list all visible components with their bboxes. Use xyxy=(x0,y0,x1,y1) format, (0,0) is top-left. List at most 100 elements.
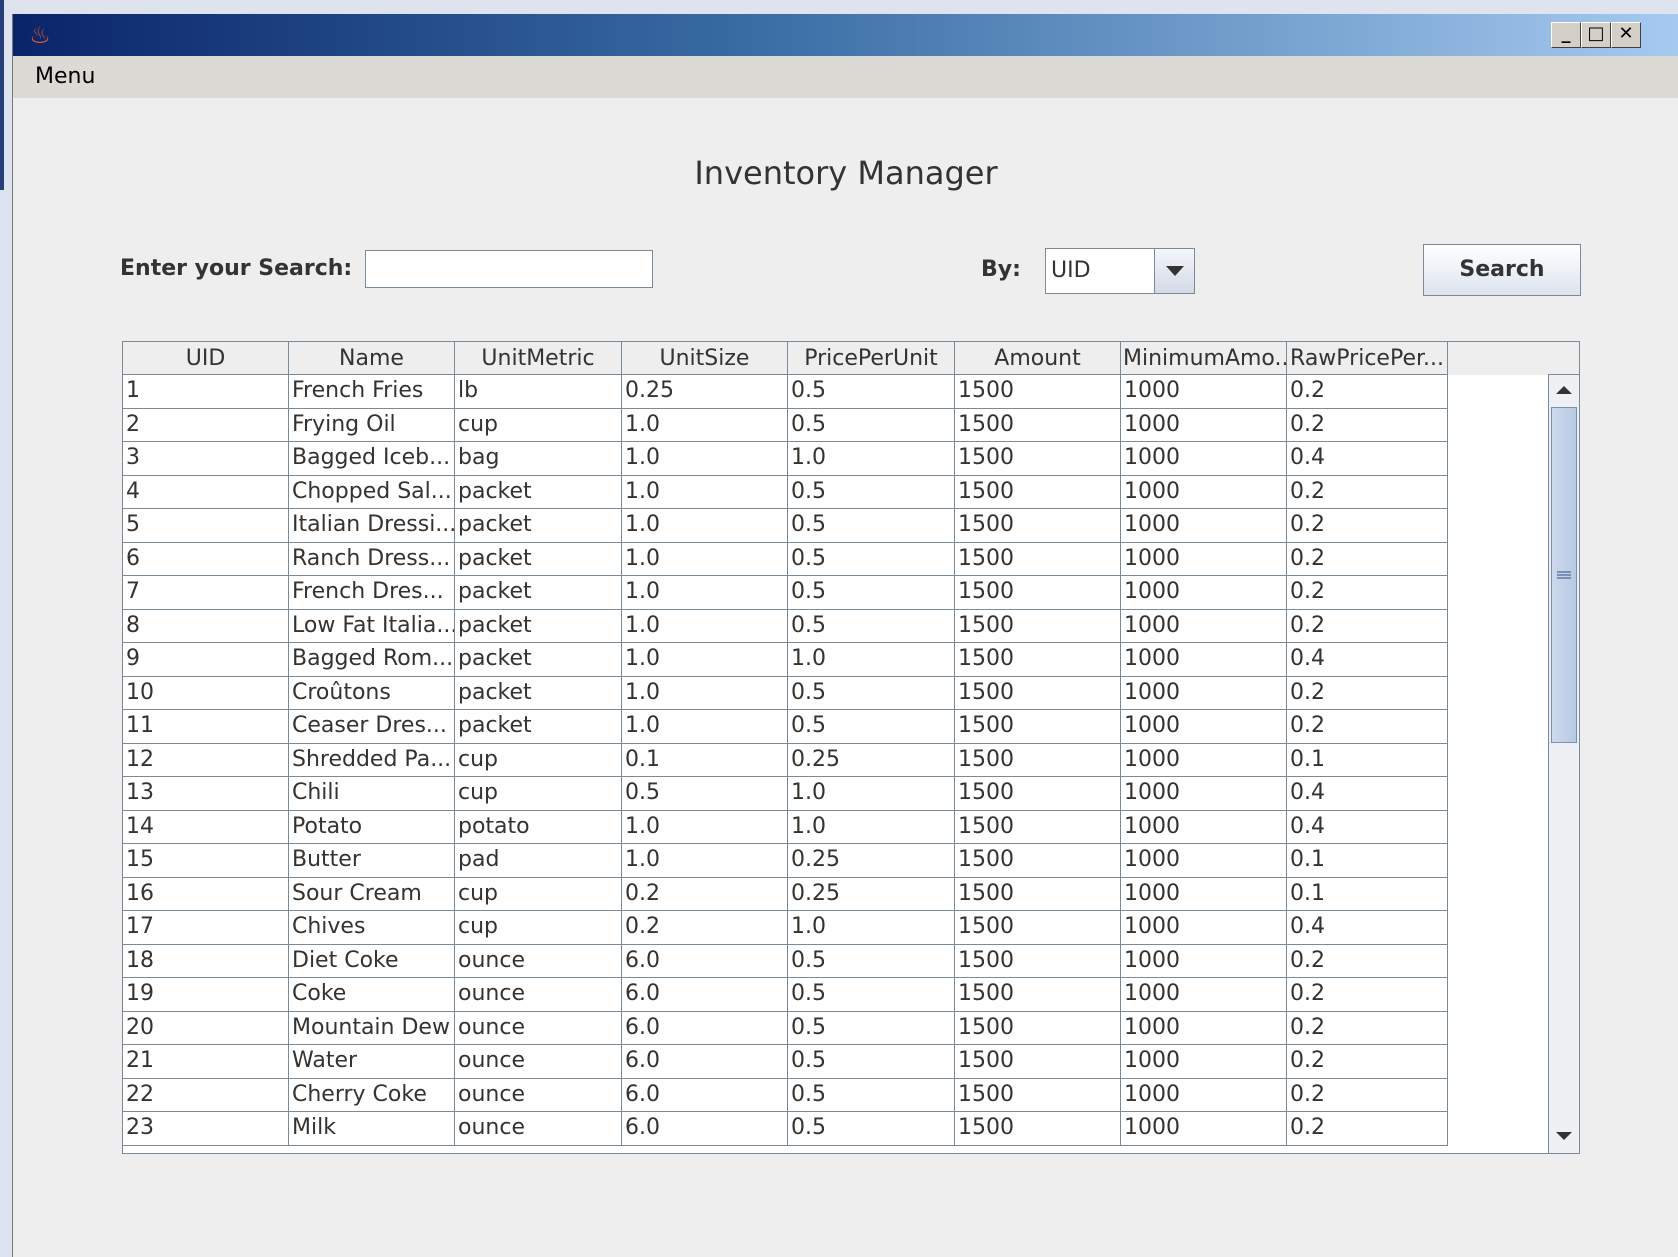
table-cell[interactable]: 1000 xyxy=(1121,576,1287,610)
table-cell[interactable]: cup xyxy=(455,777,622,811)
table-cell[interactable]: 0.2 xyxy=(1287,944,1448,978)
table-cell[interactable]: 7 xyxy=(123,576,289,610)
table-cell[interactable]: 0.2 xyxy=(622,911,788,945)
table-cell[interactable]: 0.1 xyxy=(1287,844,1448,878)
table-row[interactable]: 21 Water ounce 6.0 0.5 1500 1000 0.2 xyxy=(123,1045,1548,1079)
table-cell[interactable]: 1000 xyxy=(1121,978,1287,1012)
table-cell[interactable]: Mountain Dew xyxy=(289,1011,455,1045)
table-cell[interactable]: 1000 xyxy=(1121,643,1287,677)
table-cell[interactable]: 0.5 xyxy=(788,710,955,744)
table-cell[interactable]: ounce xyxy=(455,1078,622,1112)
table-cell[interactable]: 1500 xyxy=(955,710,1121,744)
table-cell[interactable]: 0.2 xyxy=(1287,375,1448,409)
table-cell[interactable]: 1000 xyxy=(1121,944,1287,978)
table-row[interactable]: 5 Italian Dressi... packet 1.0 0.5 1500 1000 0.… xyxy=(123,509,1548,543)
table-cell[interactable]: Bagged Rom... xyxy=(289,643,455,677)
table-cell[interactable]: 1000 xyxy=(1121,810,1287,844)
table-cell[interactable]: 0.5 xyxy=(788,475,955,509)
table-cell[interactable]: packet xyxy=(455,509,622,543)
table-cell[interactable]: Frying Oil xyxy=(289,408,455,442)
table-cell[interactable]: 16 xyxy=(123,877,289,911)
table-row[interactable]: 7 French Dres... packet 1.0 0.5 1500 1000 0.2 xyxy=(123,576,1548,610)
table-cell[interactable]: 0.2 xyxy=(1287,1045,1448,1079)
table-cell[interactable]: 6.0 xyxy=(622,1011,788,1045)
table-cell[interactable]: Bagged Iceb... xyxy=(289,442,455,476)
table-cell[interactable]: 1000 xyxy=(1121,609,1287,643)
table-cell[interactable]: 1500 xyxy=(955,944,1121,978)
table-cell[interactable]: 0.4 xyxy=(1287,442,1448,476)
table-row[interactable]: 3 Bagged Iceb... bag 1.0 1.0 1500 1000 0.4 xyxy=(123,442,1548,476)
table-row[interactable]: 13 Chili cup 0.5 1.0 1500 1000 0.4 xyxy=(123,777,1548,811)
table-cell[interactable]: 1.0 xyxy=(788,777,955,811)
table-cell[interactable]: 0.1 xyxy=(1287,743,1448,777)
table-row[interactable]: 18 Diet Coke ounce 6.0 0.5 1500 1000 0.2 xyxy=(123,944,1548,978)
table-cell[interactable]: 1500 xyxy=(955,1112,1121,1146)
java-coffee-icon[interactable]: ♨ xyxy=(25,20,55,50)
table-cell[interactable]: 1500 xyxy=(955,408,1121,442)
table-cell[interactable]: 1.0 xyxy=(622,475,788,509)
column-header[interactable]: RawPricePer... xyxy=(1287,342,1448,375)
table-cell[interactable]: 1.0 xyxy=(622,408,788,442)
table-cell[interactable]: 1000 xyxy=(1121,1078,1287,1112)
table-cell[interactable]: 2 xyxy=(123,408,289,442)
table-cell[interactable]: Croûtons xyxy=(289,676,455,710)
table-cell[interactable]: 15 xyxy=(123,844,289,878)
table-cell[interactable]: 1000 xyxy=(1121,1045,1287,1079)
table-cell[interactable]: 0.1 xyxy=(1287,877,1448,911)
table-cell[interactable]: 1.0 xyxy=(622,643,788,677)
table-row[interactable]: 9 Bagged Rom... packet 1.0 1.0 1500 1000 0.4 xyxy=(123,643,1548,677)
table-row[interactable]: 20 Mountain Dew ounce 6.0 0.5 1500 1000 0.2 xyxy=(123,1011,1548,1045)
table-cell[interactable]: 1000 xyxy=(1121,442,1287,476)
table-cell[interactable]: Potato xyxy=(289,810,455,844)
table-cell[interactable]: Chives xyxy=(289,911,455,945)
search-by-dropdown[interactable]: UID xyxy=(1045,248,1195,294)
table-cell[interactable]: 1500 xyxy=(955,576,1121,610)
table-cell[interactable]: 0.5 xyxy=(788,542,955,576)
table-cell[interactable]: 0.5 xyxy=(622,777,788,811)
table-cell[interactable]: 1500 xyxy=(955,643,1121,677)
table-cell[interactable]: 0.2 xyxy=(1287,542,1448,576)
scroll-down-button[interactable] xyxy=(1549,1121,1579,1151)
table-cell[interactable]: 1500 xyxy=(955,743,1121,777)
table-cell[interactable]: 1.0 xyxy=(622,576,788,610)
table-row[interactable]: 16 Sour Cream cup 0.2 0.25 1500 1000 0.1 xyxy=(123,877,1548,911)
table-cell[interactable]: 3 xyxy=(123,442,289,476)
table-cell[interactable]: 1.0 xyxy=(788,643,955,677)
table-cell[interactable]: 10 xyxy=(123,676,289,710)
table-cell[interactable]: 6.0 xyxy=(622,944,788,978)
table-cell[interactable]: ounce xyxy=(455,1011,622,1045)
table-cell[interactable]: 1500 xyxy=(955,978,1121,1012)
table-cell[interactable]: 0.5 xyxy=(788,509,955,543)
table-row[interactable]: 4 Chopped Sal... packet 1.0 0.5 1500 1000 0.2 xyxy=(123,475,1548,509)
table-cell[interactable]: 17 xyxy=(123,911,289,945)
column-header[interactable]: Name xyxy=(289,342,455,375)
table-cell[interactable]: 1.0 xyxy=(622,509,788,543)
table-cell[interactable]: Butter xyxy=(289,844,455,878)
table-cell[interactable]: 0.2 xyxy=(1287,609,1448,643)
table-cell[interactable]: 1000 xyxy=(1121,877,1287,911)
table-cell[interactable]: 18 xyxy=(123,944,289,978)
table-cell[interactable]: 0.1 xyxy=(622,743,788,777)
table-cell[interactable]: pad xyxy=(455,844,622,878)
table-cell[interactable]: 1 xyxy=(123,375,289,409)
table-cell[interactable]: 1000 xyxy=(1121,710,1287,744)
table-cell[interactable]: packet xyxy=(455,542,622,576)
table-row[interactable]: 2 Frying Oil cup 1.0 0.5 1500 1000 0.2 xyxy=(123,408,1548,442)
table-row[interactable]: 22 Cherry Coke ounce 6.0 0.5 1500 1000 0.2 xyxy=(123,1078,1548,1112)
table-cell[interactable]: cup xyxy=(455,408,622,442)
table-cell[interactable]: Ranch Dress... xyxy=(289,542,455,576)
table-cell[interactable]: 0.5 xyxy=(788,1112,955,1146)
table-cell[interactable]: 22 xyxy=(123,1078,289,1112)
table-cell[interactable]: 0.25 xyxy=(788,877,955,911)
table-cell[interactable]: 21 xyxy=(123,1045,289,1079)
table-cell[interactable]: 0.2 xyxy=(1287,1011,1448,1045)
table-cell[interactable]: 1000 xyxy=(1121,1011,1287,1045)
table-cell[interactable]: 5 xyxy=(123,509,289,543)
table-cell[interactable]: 1500 xyxy=(955,777,1121,811)
table-cell[interactable]: 1.0 xyxy=(788,442,955,476)
table-cell[interactable]: 13 xyxy=(123,777,289,811)
table-row[interactable]: 14 Potato potato 1.0 1.0 1500 1000 0.4 xyxy=(123,810,1548,844)
table-cell[interactable]: cup xyxy=(455,743,622,777)
table-cell[interactable]: 1500 xyxy=(955,475,1121,509)
table-cell[interactable]: 1500 xyxy=(955,609,1121,643)
